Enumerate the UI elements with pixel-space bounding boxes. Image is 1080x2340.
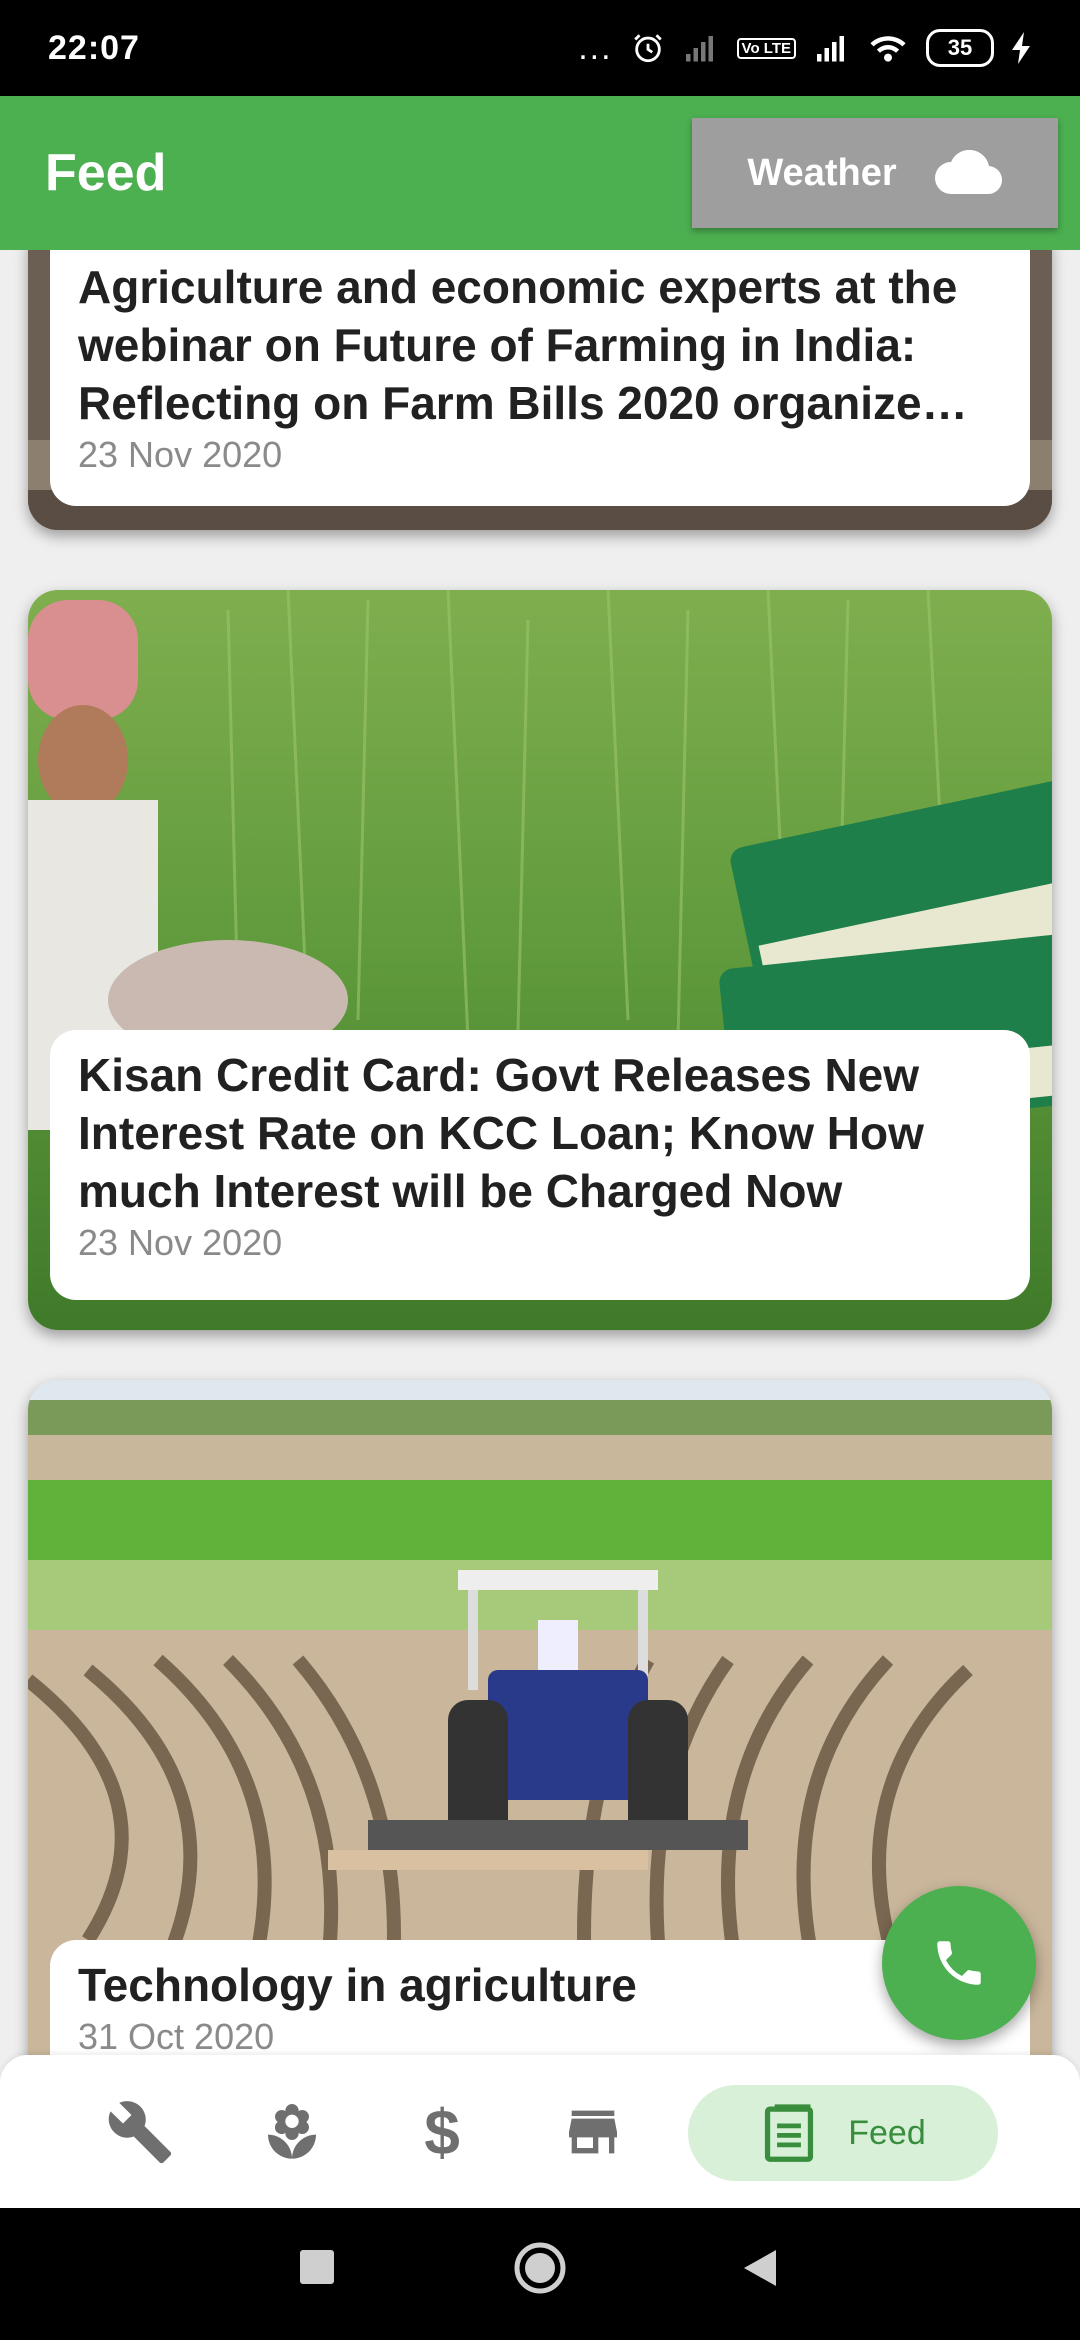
more-notifications-icon: ... xyxy=(578,28,613,67)
feed-card[interactable]: Agriculture and economic experts at the … xyxy=(28,250,1052,530)
phone-icon xyxy=(937,1941,981,1985)
weather-button-label: Weather xyxy=(747,151,897,194)
dollar-icon: $ xyxy=(424,2095,460,2168)
nav-item-store[interactable] xyxy=(543,2055,643,2208)
card-caption: Kisan Credit Card: Govt Releases New Int… xyxy=(50,1030,1030,1300)
back-button[interactable] xyxy=(742,2248,778,2288)
square-icon xyxy=(300,2250,334,2284)
store-icon xyxy=(569,2110,617,2153)
feed-card[interactable]: Kisan Credit Card: Govt Releases New Int… xyxy=(28,590,1052,1330)
status-time: 22:07 xyxy=(48,28,140,67)
battery-icon: 35 xyxy=(926,29,994,67)
flower-icon xyxy=(268,2103,316,2159)
recents-button[interactable] xyxy=(300,2250,334,2284)
charging-icon xyxy=(1012,32,1030,64)
card-date: 23 Nov 2020 xyxy=(78,434,283,475)
circle-icon xyxy=(514,2242,566,2294)
status-icons: ... Vo LTE 35 xyxy=(578,29,1032,68)
card-date: 31 Oct 2020 xyxy=(78,2016,275,2055)
card-headline: Kisan Credit Card: Govt Releases New Int… xyxy=(78,1049,924,1217)
feed-icon xyxy=(765,2104,814,2162)
wifi-icon xyxy=(870,36,906,62)
card-headline: Agriculture and economic experts at the … xyxy=(78,261,968,429)
nav-item-tools[interactable] xyxy=(90,2055,190,2208)
nav-item-finance[interactable]: $ xyxy=(392,2055,492,2208)
page-title: Feed xyxy=(45,144,167,202)
card-caption: Agriculture and economic experts at the … xyxy=(50,250,1030,506)
nav-item-feed-label: Feed xyxy=(848,2113,926,2152)
system-navigation-bar xyxy=(0,2208,1080,2340)
feed-list[interactable]: Agriculture and economic experts at the … xyxy=(0,250,1080,2055)
signal-icon xyxy=(817,36,844,62)
call-button[interactable] xyxy=(882,1886,1036,2040)
wrench-icon xyxy=(108,2100,172,2163)
weather-button[interactable]: Weather xyxy=(692,118,1058,228)
nav-item-feed[interactable]: Feed xyxy=(688,2085,998,2181)
volte-icon: Vo LTE xyxy=(736,37,796,59)
card-headline: Technology in agriculture xyxy=(78,1959,637,2011)
triangle-back-icon xyxy=(744,2250,776,2286)
home-button[interactable] xyxy=(513,2241,567,2295)
card-date: 23 Nov 2020 xyxy=(78,1222,283,1263)
alarm-icon xyxy=(633,34,662,63)
status-bar: 22:07 ... Vo LTE 35 xyxy=(0,0,1080,96)
bottom-navigation: $ Feed xyxy=(0,2055,1080,2208)
app-bar: Feed Weather xyxy=(0,96,1080,250)
nav-item-crops[interactable] xyxy=(242,2055,342,2208)
signal-off-icon xyxy=(685,36,713,62)
cloud-icon xyxy=(934,150,1002,195)
